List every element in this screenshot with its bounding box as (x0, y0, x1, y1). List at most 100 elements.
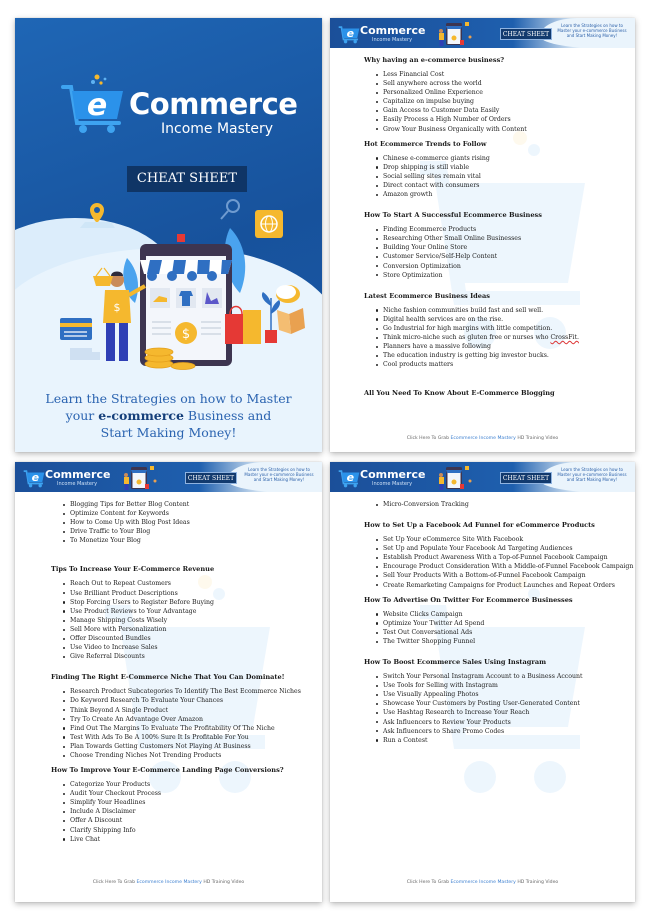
gift-box-icon (277, 308, 305, 334)
content-page-2: e Commerce Income Mastery CHEAT SHEET Le… (330, 18, 635, 452)
list-item: Live Chat (63, 835, 302, 844)
brand-title: Commerce (45, 468, 111, 481)
list-item: Think Beyond A Single Product (63, 706, 302, 715)
search-icon (220, 199, 240, 220)
map-pin-icon (80, 203, 115, 228)
list-item: Conversion Optimization (376, 262, 615, 271)
storefront-illustration: $ $ (60, 199, 305, 370)
list-item: How to Come Up with Blog Post Ideas (63, 518, 302, 527)
brand-subtitle: Income Mastery (372, 481, 413, 487)
bullet-list: Finding Ecommerce Products Researching Ot… (364, 225, 615, 280)
list-item: The education industry is getting big in… (376, 351, 615, 360)
section-title: Hot Ecommerce Trends to Follow (364, 139, 487, 148)
list-item: Less Financial Cost (376, 70, 615, 79)
bullet-list: Website Clicks Campaign Optimize Your Twi… (364, 610, 615, 646)
heart-tag-icon (177, 234, 185, 242)
page-header-banner: e Commerce Income Mastery CHEAT SHEET Le… (15, 462, 322, 492)
list-item: Switch Your Personal Instagram Account t… (376, 672, 615, 681)
training-video-link[interactable]: Ecommerce Income Mastery (136, 880, 201, 885)
list-item: Try To Create An Advantage Over Amazon (63, 715, 302, 724)
list-item: Niche fashion communities build fast and… (376, 306, 615, 315)
list-item: Plan Towards Getting Customers Not Playi… (63, 742, 302, 751)
list-item: Use Video to Increase Sales (63, 643, 302, 652)
plant-decoration (261, 292, 281, 343)
section-title: Why having an e-commerce business? (364, 56, 505, 64)
section-title: How to Set Up a Facebook Ad Funnel for e… (364, 521, 595, 530)
list-item: Social selling sites remain vital (376, 172, 615, 181)
list-item: Clarify Shipping Info (63, 826, 302, 835)
list-item: Amazon growth (376, 190, 615, 199)
tagline-line: Learn the Strategies on how to Master (45, 391, 292, 406)
list-item: Sell anywhere across the world (376, 79, 615, 88)
storefront-icon: $ (140, 244, 232, 366)
list-item: Gain Access to Customer Data Easily (376, 106, 615, 115)
training-video-link[interactable]: Ecommerce Income Mastery (450, 880, 515, 885)
list-item: Sell Your Products With a Bottom-of-Funn… (376, 571, 615, 580)
list-item: Encourage Product Consideration With a M… (376, 562, 633, 571)
cart-icon: e (338, 26, 360, 44)
list-item: Micro-Conversion Tracking (376, 500, 615, 509)
list-item: Chinese e-commerce giants rising (376, 154, 615, 163)
list-item: Finding Ecommerce Products (376, 225, 615, 234)
brand-logo: e Commerce Income Mastery (338, 466, 428, 488)
section-title: All You Need To Know About E-Commerce Bl… (364, 389, 555, 398)
list-item: Think micro-niche such as gluten free or… (376, 333, 615, 342)
list-item: Offer Discounted Bundles (63, 634, 302, 643)
list-item: Do Keyword Research To Evaluate Your Cha… (63, 696, 302, 705)
bullet-list: Research Product Subcategories To Identi… (51, 687, 302, 760)
cheat-sheet-badge: CHEAT SHEET (500, 472, 552, 484)
bullet-list: Switch Your Personal Instagram Account t… (364, 672, 615, 745)
list-item: Optimize Your Twitter Ad Spend (376, 619, 615, 628)
cheat-sheet-badge: CHEAT SHEET (500, 28, 552, 40)
section-title: How To Improve Your E-Commerce Landing P… (51, 766, 284, 775)
svg-text:e: e (32, 471, 40, 484)
list-item: The Twitter Shopping Funnel (376, 637, 615, 646)
list-item: Audit Your Checkout Process (63, 789, 302, 798)
training-video-link[interactable]: Ecommerce Income Mastery (450, 436, 515, 441)
bullet-list: Micro-Conversion Tracking (364, 500, 615, 509)
tagline-line: Start Making Money! (100, 425, 237, 440)
tagline-line: your e-commerce Business and (65, 408, 272, 423)
list-item: Give Referral Discounts (63, 652, 302, 661)
list-item: Sell More with Personalization (63, 625, 302, 634)
list-item: Ask Influencers to Review Your Products (376, 718, 615, 727)
list-item: Drop shipping is still viable (376, 163, 615, 172)
truck-icon (70, 348, 100, 360)
list-item: Go Industrial for high margins with litt… (376, 324, 615, 333)
cover-tagline: Learn the Strategies on how to Master yo… (45, 390, 292, 441)
list-item: Use Product Reviews to Your Advantage (63, 607, 302, 616)
bullet-list: Niche fashion communities build fast and… (364, 306, 615, 370)
list-item: Website Clicks Campaign (376, 610, 615, 619)
list-item: Easily Process a High Number of Orders (376, 115, 615, 124)
list-item: Set Up Your eCommerce Site With Facebook (376, 535, 615, 544)
cover-page: e Commerce Income Mastery CHEAT SHEET $ (15, 18, 322, 452)
basket-icon (93, 267, 113, 286)
list-item: Cool products matters (376, 360, 615, 369)
list-item: Test Out Conversational Ads (376, 628, 615, 637)
content-page-3: e Commerce Income Mastery CHEAT SHEET Le… (15, 462, 322, 902)
storefront-illustration (124, 466, 157, 490)
page-header-banner: e Commerce Income Mastery CHEAT SHEET Le… (330, 462, 635, 492)
list-item: Optimize Content for Keywords (63, 509, 302, 518)
list-item: Manage Shipping Costs Wisely (63, 616, 302, 625)
list-item: Set Up and Populate Your Facebook Ad Tar… (376, 544, 615, 553)
list-item: Use Hashtag Research to Increase Your Re… (376, 708, 615, 717)
cart-icon: e (61, 74, 123, 133)
page-footer: Click Here To Grab Ecommerce Income Mast… (406, 436, 559, 441)
credit-card-icon (60, 318, 92, 340)
list-item: Personalized Online Experience (376, 88, 615, 97)
header-tagline: Learn the Strategies on how to Master yo… (557, 23, 627, 38)
bullet-list: Blogging Tips for Better Blog Content Opt… (51, 500, 302, 545)
page-content: Micro-Conversion Tracking How to Set Up … (330, 492, 635, 902)
bullet-list: Categorize Your Products Audit Your Check… (51, 780, 302, 844)
header-tagline: Learn the Strategies on how to Master yo… (244, 467, 314, 482)
list-item: To Monetize Your Blog (63, 536, 302, 545)
list-item: Planners have a massive following (376, 342, 615, 351)
brand-logo: e Commerce Income Mastery (61, 73, 298, 143)
list-item: Categorize Your Products (63, 780, 302, 789)
section-title: How To Start A Successful Ecommerce Busi… (364, 211, 542, 220)
list-item: Offer A Discount (63, 816, 302, 825)
list-item: Reach Out to Repeat Customers (63, 579, 302, 588)
list-item: Test With Ads To Be A 100% Sure It Is Pr… (63, 733, 302, 742)
list-item: Direct contact with consumers (376, 181, 615, 190)
